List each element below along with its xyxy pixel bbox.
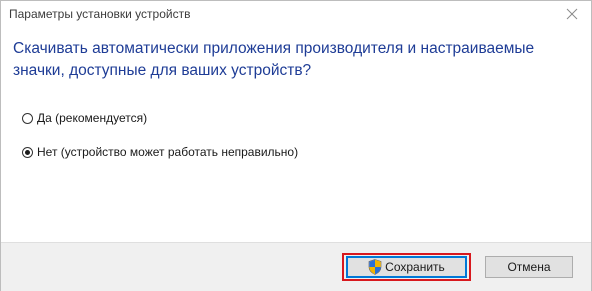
dialog-footer: Сохранить Отмена: [1, 242, 591, 291]
dialog-content: Скачивать автоматически приложения произ…: [1, 29, 591, 242]
close-icon: [566, 8, 578, 20]
cancel-button-label: Отмена: [507, 260, 551, 274]
radio-button-no[interactable]: [22, 146, 33, 158]
radio-label-no: Нет (устройство может работать неправиль…: [37, 145, 299, 159]
window-title: Параметры установки устройств: [9, 7, 191, 21]
title-bar: Параметры установки устройств: [1, 1, 591, 29]
device-settings-dialog: Параметры установки устройств Скачивать …: [0, 0, 592, 291]
cancel-button[interactable]: Отмена: [485, 256, 573, 278]
radio-label-yes: Да (рекомендуется): [37, 111, 148, 125]
close-button[interactable]: [559, 3, 585, 25]
uac-shield-icon: [368, 259, 382, 275]
dialog-question: Скачивать автоматически приложения произ…: [13, 40, 535, 79]
radio-button-yes[interactable]: [22, 112, 33, 124]
radio-option-yes[interactable]: Да (рекомендуется): [22, 109, 147, 127]
radio-option-no[interactable]: Нет (устройство может работать неправиль…: [22, 143, 298, 161]
save-button[interactable]: Сохранить: [346, 256, 467, 278]
save-button-label: Сохранить: [385, 260, 445, 274]
